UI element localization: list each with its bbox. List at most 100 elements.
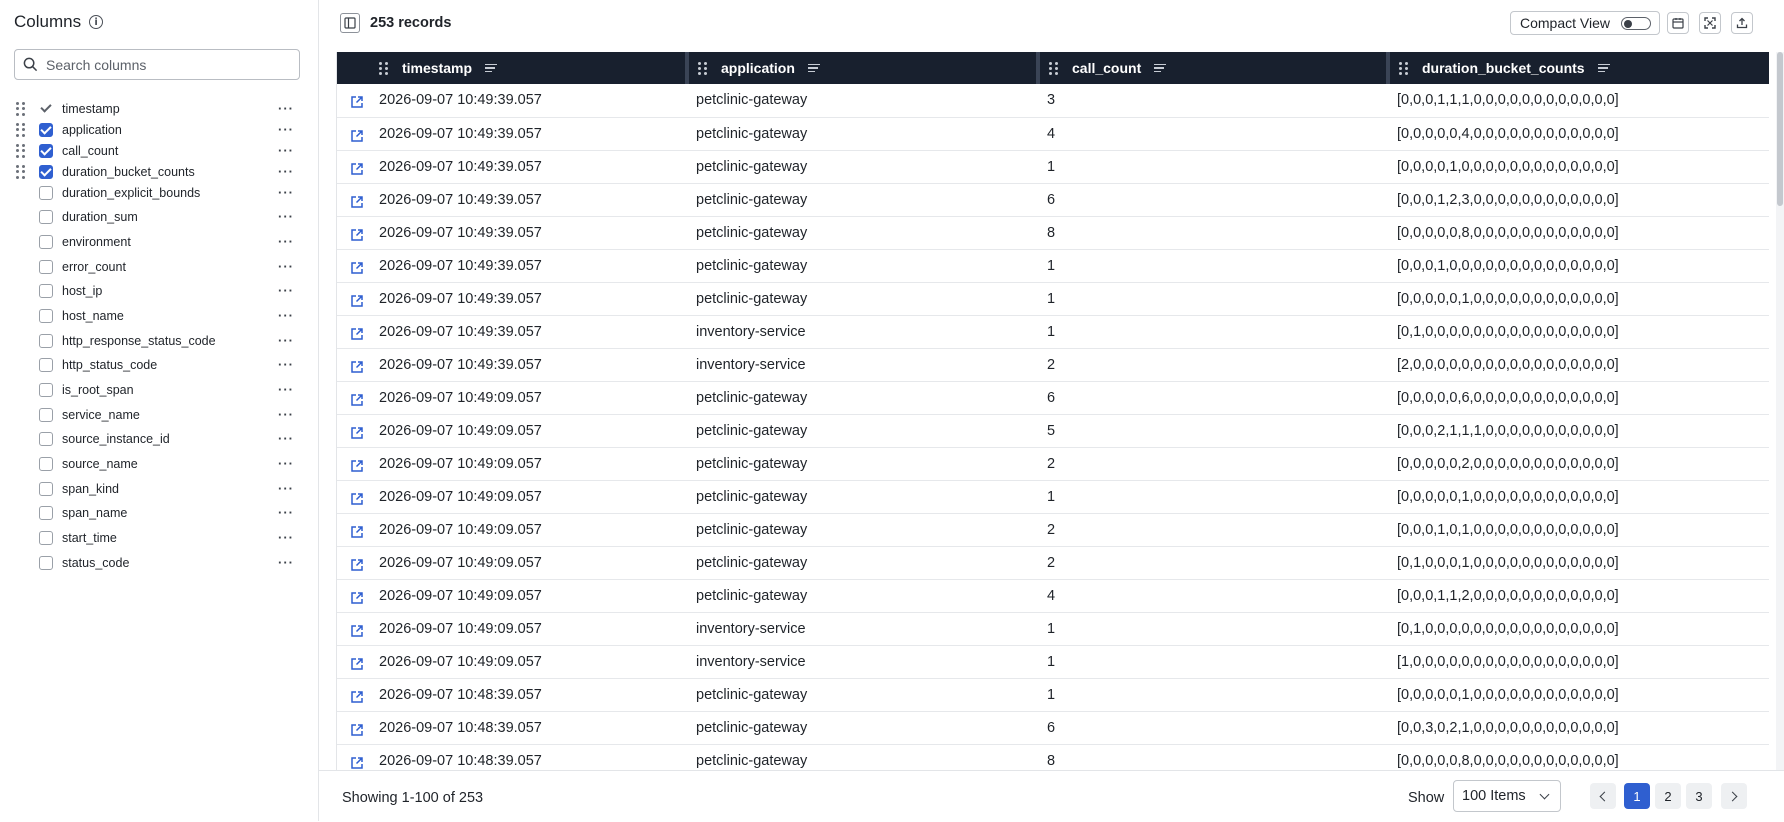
column-checkbox[interactable] (39, 408, 53, 422)
column-checkbox[interactable] (39, 531, 53, 545)
open-record-icon[interactable] (350, 393, 364, 407)
table-row[interactable]: 2026-09-07 10:49:39.057 petclinic-gateway… (337, 117, 1769, 150)
compact-view-toggle[interactable]: Compact View (1510, 11, 1660, 35)
column-checkbox[interactable] (39, 457, 53, 471)
more-options-icon[interactable]: ··· (278, 123, 294, 136)
open-record-icon[interactable] (350, 95, 364, 109)
table-row[interactable]: 2026-09-07 10:49:39.057 petclinic-gateway… (337, 282, 1769, 315)
column-checkbox[interactable] (39, 432, 53, 446)
info-icon[interactable]: i (89, 15, 104, 29)
column-header-timestamp[interactable]: timestamp (337, 52, 689, 84)
toggle-sidebar-button[interactable] (340, 13, 360, 33)
calendar-button[interactable] (1667, 12, 1689, 34)
column-checkbox[interactable] (39, 334, 53, 348)
column-menu-icon[interactable] (807, 63, 820, 73)
fullscreen-button[interactable] (1699, 12, 1721, 34)
column-checkbox[interactable] (39, 556, 53, 570)
open-record-icon[interactable] (350, 327, 364, 341)
open-record-icon[interactable] (350, 624, 364, 638)
table-row[interactable]: 2026-09-07 10:49:09.057 petclinic-gateway… (337, 414, 1769, 447)
compact-view-switch[interactable] (1621, 17, 1651, 30)
open-record-icon[interactable] (350, 228, 364, 242)
open-record-icon[interactable] (350, 459, 364, 473)
more-options-icon[interactable]: ··· (278, 260, 294, 273)
column-menu-icon[interactable] (1597, 63, 1610, 73)
more-options-icon[interactable]: ··· (278, 358, 294, 371)
column-item-is-root-span[interactable]: is_root_span ··· (0, 378, 318, 402)
column-header-duration-bucket-counts[interactable]: duration_bucket_counts (1390, 52, 1769, 84)
table-row[interactable]: 2026-09-07 10:49:39.057 petclinic-gateway… (337, 183, 1769, 216)
open-record-icon[interactable] (350, 195, 364, 209)
drag-handle-icon[interactable] (16, 123, 26, 137)
more-options-icon[interactable]: ··· (278, 383, 294, 396)
column-checkbox[interactable] (39, 358, 53, 372)
prev-page-button[interactable] (1590, 783, 1616, 809)
drag-handle-icon[interactable] (1049, 61, 1058, 75)
table-row[interactable]: 2026-09-07 10:49:39.057 petclinic-gateway… (337, 150, 1769, 183)
drag-handle-icon[interactable] (698, 61, 707, 75)
column-item-service-name[interactable]: service_name ··· (0, 403, 318, 427)
more-options-icon[interactable]: ··· (278, 506, 294, 519)
column-checkbox[interactable] (39, 506, 53, 520)
column-checkbox[interactable] (39, 482, 53, 496)
column-item-span-name[interactable]: span_name ··· (0, 501, 318, 525)
column-item-host-name[interactable]: host_name ··· (0, 304, 318, 328)
table-row[interactable]: 2026-09-07 10:48:39.057 petclinic-gateway… (337, 711, 1769, 744)
table-row[interactable]: 2026-09-07 10:49:39.057 petclinic-gateway… (337, 84, 1769, 117)
drag-handle-icon[interactable] (1399, 61, 1408, 75)
page-button-2[interactable]: 2 (1655, 783, 1681, 809)
more-options-icon[interactable]: ··· (278, 531, 294, 544)
open-record-icon[interactable] (350, 162, 364, 176)
table-row[interactable]: 2026-09-07 10:49:39.057 petclinic-gateway… (337, 249, 1769, 282)
open-record-icon[interactable] (350, 492, 364, 506)
more-options-icon[interactable]: ··· (278, 144, 294, 157)
column-item-span-kind[interactable]: span_kind ··· (0, 477, 318, 501)
more-options-icon[interactable]: ··· (278, 309, 294, 322)
page-button-3[interactable]: 3 (1686, 783, 1712, 809)
drag-handle-icon[interactable] (16, 144, 26, 158)
open-record-icon[interactable] (350, 261, 364, 275)
open-record-icon[interactable] (350, 756, 364, 770)
column-checkbox[interactable] (39, 210, 53, 224)
column-item-error-count[interactable]: error_count ··· (0, 255, 318, 279)
column-checkbox[interactable] (39, 284, 53, 298)
column-item-http-status-code[interactable]: http_status_code ··· (0, 353, 318, 377)
table-row[interactable]: 2026-09-07 10:49:09.057 petclinic-gateway… (337, 579, 1769, 612)
table-row[interactable]: 2026-09-07 10:49:09.057 inventory-service… (337, 645, 1769, 678)
column-checkbox[interactable] (39, 186, 53, 200)
column-checkbox[interactable] (39, 383, 53, 397)
column-checkbox[interactable] (39, 165, 53, 179)
table-row[interactable]: 2026-09-07 10:49:09.057 petclinic-gateway… (337, 381, 1769, 414)
next-page-button[interactable] (1721, 783, 1747, 809)
column-checkbox[interactable] (39, 235, 53, 249)
open-record-icon[interactable] (350, 657, 364, 671)
table-row[interactable]: 2026-09-07 10:48:39.057 petclinic-gateway… (337, 678, 1769, 711)
table-scrollbar-thumb[interactable] (1777, 52, 1783, 206)
column-item-host-ip[interactable]: host_ip ··· (0, 279, 318, 303)
open-record-icon[interactable] (350, 591, 364, 605)
more-options-icon[interactable]: ··· (278, 556, 294, 569)
column-checkbox[interactable] (39, 260, 53, 274)
column-header-call-count[interactable]: call_count (1040, 52, 1390, 84)
open-record-icon[interactable] (350, 690, 364, 704)
column-item-start-time[interactable]: start_time ··· (0, 526, 318, 550)
table-row[interactable]: 2026-09-07 10:49:09.057 petclinic-gateway… (337, 447, 1769, 480)
open-record-icon[interactable] (350, 294, 364, 308)
open-record-icon[interactable] (350, 426, 364, 440)
column-item-http-response-status-code[interactable]: http_response_status_code ··· (0, 329, 318, 353)
open-record-icon[interactable] (350, 558, 364, 572)
table-row[interactable]: 2026-09-07 10:49:09.057 inventory-service… (337, 612, 1769, 645)
open-record-icon[interactable] (350, 129, 364, 143)
export-button[interactable] (1731, 12, 1753, 34)
table-row[interactable]: 2026-09-07 10:49:39.057 inventory-service… (337, 348, 1769, 381)
column-item-environment[interactable]: environment ··· (0, 230, 318, 254)
open-record-icon[interactable] (350, 360, 364, 374)
table-row[interactable]: 2026-09-07 10:49:39.057 inventory-service… (337, 315, 1769, 348)
more-options-icon[interactable]: ··· (278, 102, 294, 115)
column-checkbox[interactable] (39, 123, 53, 137)
table-row[interactable]: 2026-09-07 10:49:09.057 petclinic-gateway… (337, 546, 1769, 579)
column-header-application[interactable]: application (689, 52, 1040, 84)
column-item-source-instance-id[interactable]: source_instance_id ··· (0, 427, 318, 451)
table-row[interactable]: 2026-09-07 10:48:39.057 petclinic-gateway… (337, 744, 1769, 770)
column-item-status-code[interactable]: status_code ··· (0, 551, 318, 575)
